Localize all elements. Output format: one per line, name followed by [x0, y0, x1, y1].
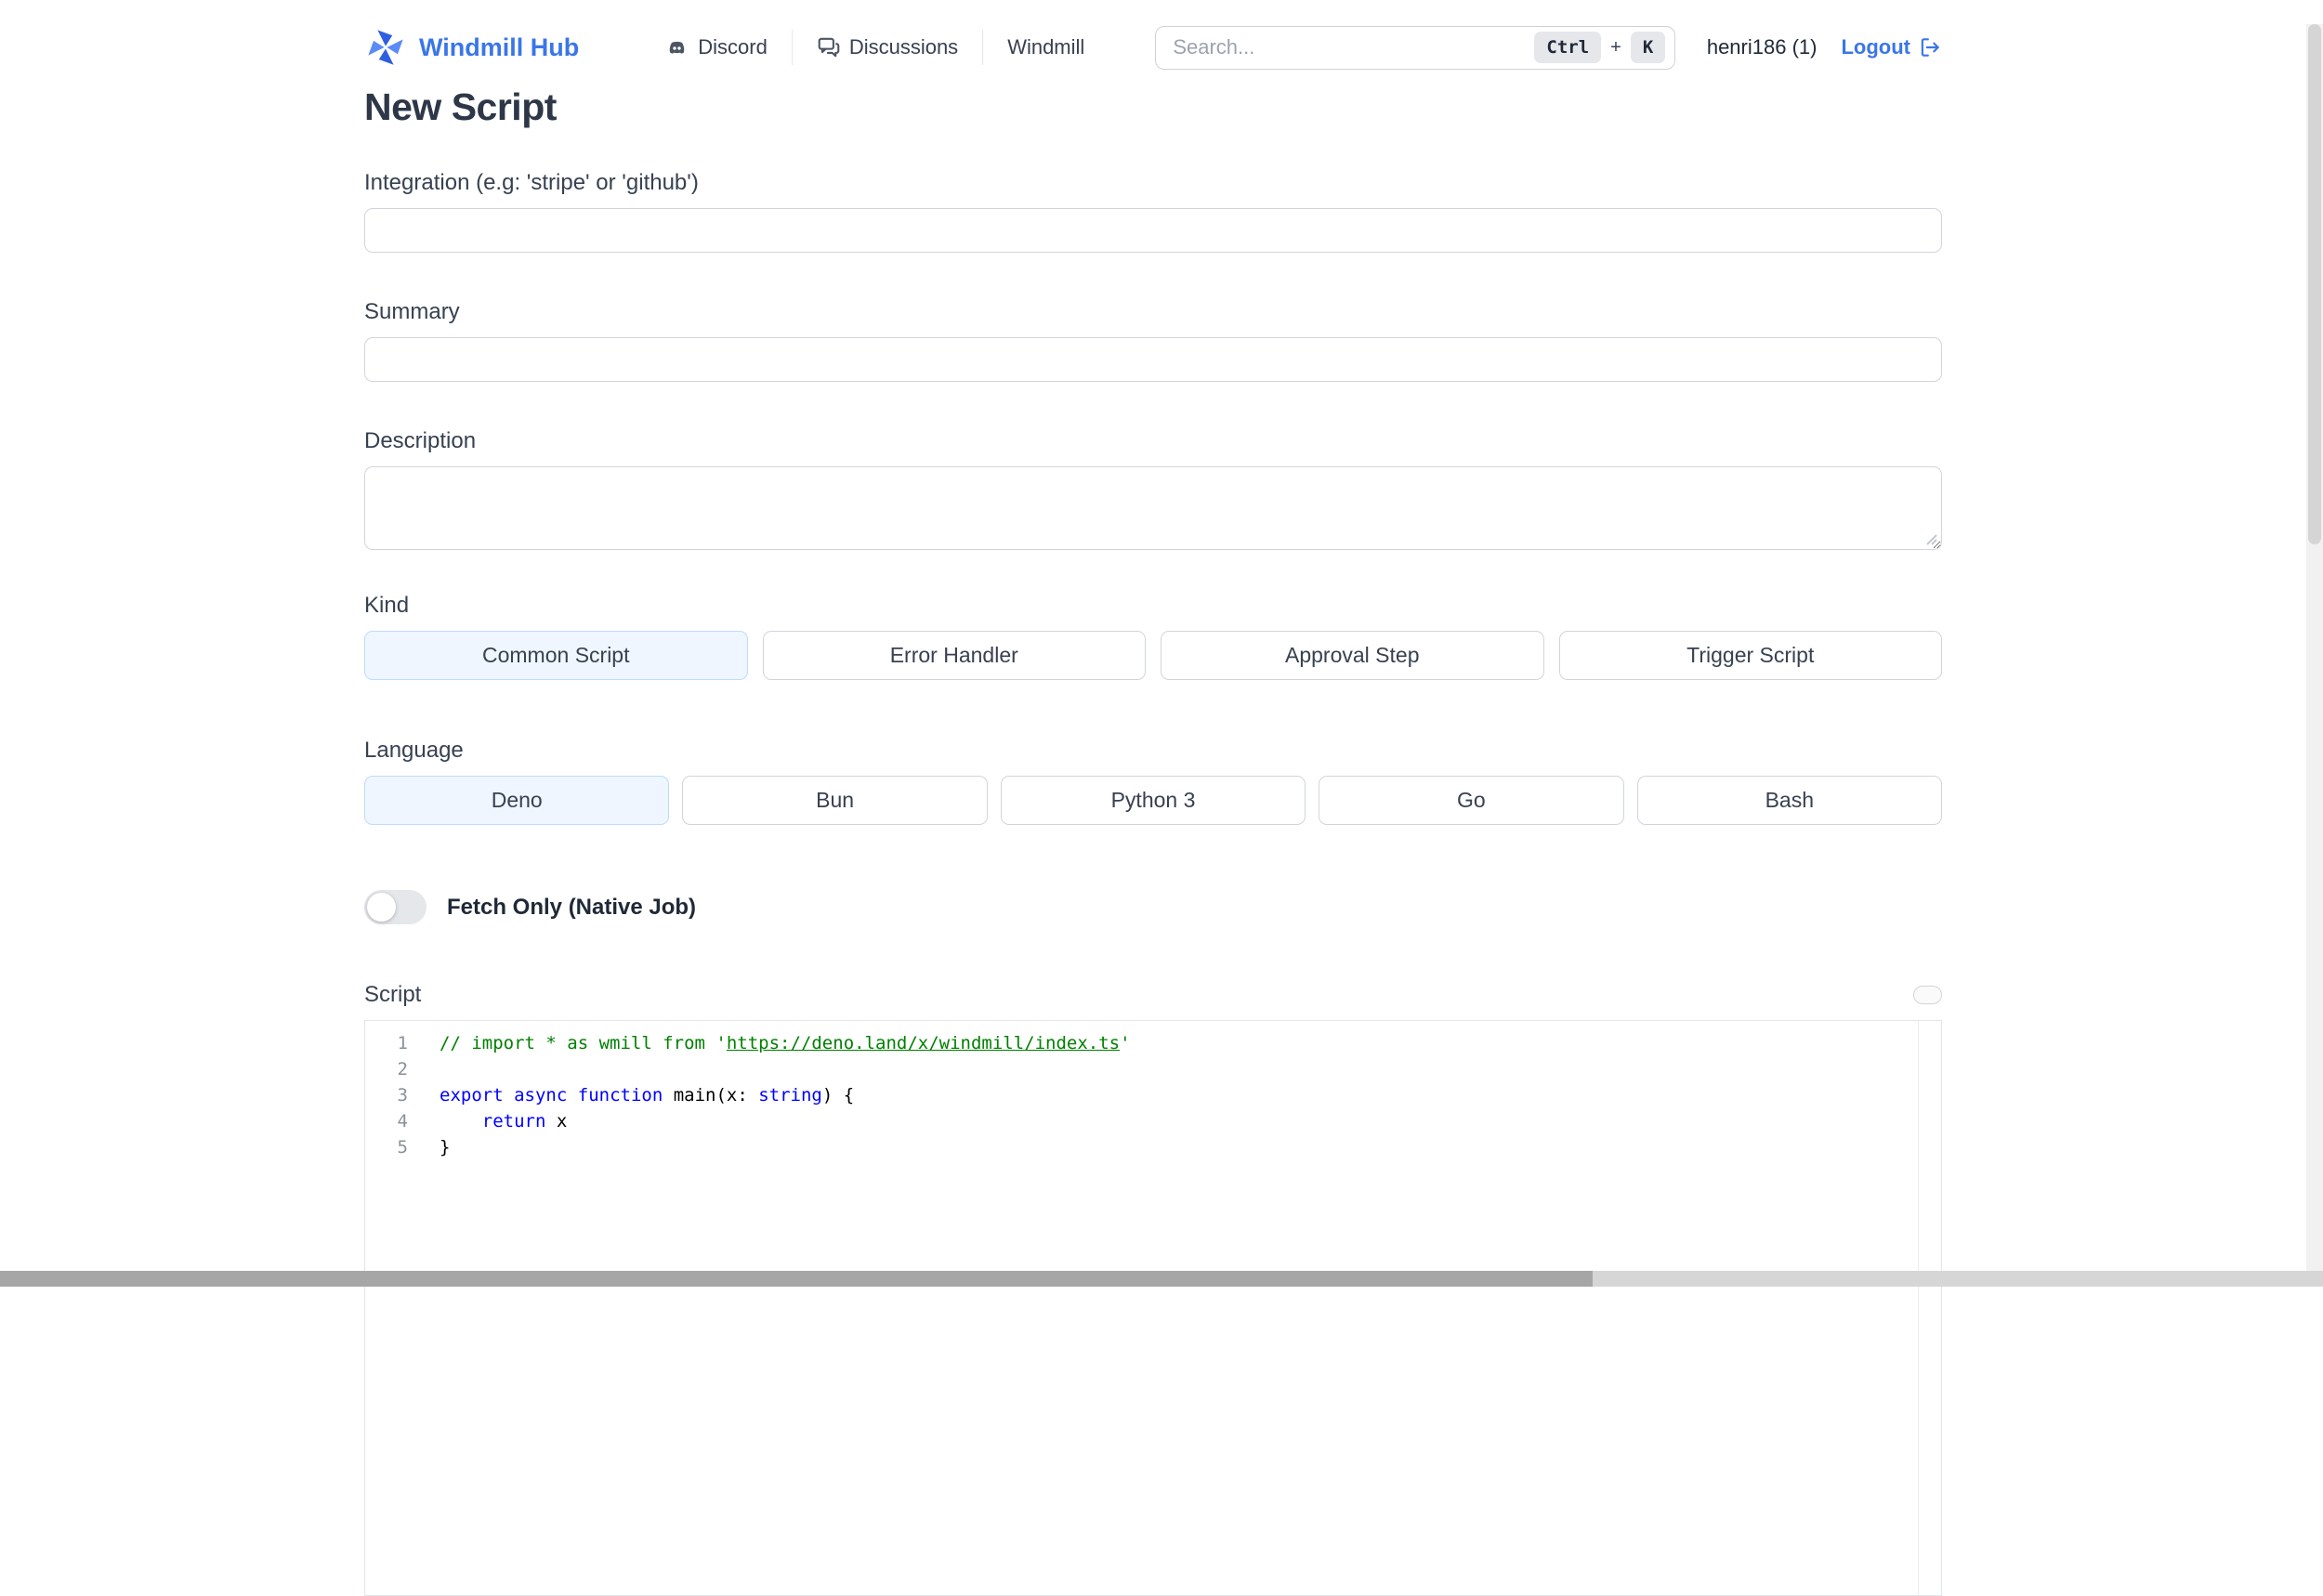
code-editor[interactable]: 1 2 3 4 5 // import * as wmill from 'https:/… — [364, 1020, 1942, 1596]
summary-input[interactable] — [364, 337, 1942, 382]
script-section: Script 1 2 3 4 5 // import * as wmill from '… — [364, 982, 1942, 1596]
language-option-deno[interactable]: Deno — [364, 776, 670, 825]
main-container: Windmill Hub Discord Discussions Windmill … — [364, 24, 1942, 1596]
logout-label: Logout — [1841, 35, 1910, 59]
language-option-python-3[interactable]: Python 3 — [1000, 776, 1306, 825]
nav-item-label: Discussions — [848, 35, 959, 59]
line-number: 1 — [397, 1033, 408, 1053]
code-line: return x — [481, 1111, 568, 1132]
toggle-knob — [367, 893, 396, 922]
nav-item-discussions[interactable]: Discussions — [793, 35, 982, 59]
summary-field: Summary — [364, 299, 1942, 382]
kind-option-error-handler[interactable]: Error Handler — [762, 631, 1146, 680]
kind-label: Kind — [364, 593, 410, 618]
code-line: export async function main(x: string) { — [440, 1085, 855, 1105]
editor-code[interactable]: // import * as wmill from 'https://deno.… — [432, 1021, 1918, 1595]
language-options: Deno Bun Python 3 Go Bash — [364, 776, 1942, 825]
fetch-only-toggle[interactable] — [364, 890, 427, 924]
discord-icon — [664, 35, 689, 60]
vertical-scrollbar-thumb[interactable] — [2308, 24, 2321, 544]
line-number: 5 — [397, 1137, 408, 1158]
kind-field: Kind Common Script Error Handler Approval … — [364, 593, 1942, 680]
kind-option-approval-step[interactable]: Approval Step — [1161, 631, 1544, 680]
editor-scrollbar[interactable] — [1918, 1021, 1941, 1595]
nav-item-discord[interactable]: Discord — [664, 35, 792, 60]
editor-mini-toggle[interactable] — [1913, 986, 1942, 1004]
horizontal-scrollbar[interactable] — [0, 1271, 2323, 1287]
windmill-logo-icon — [364, 26, 407, 69]
code-line: } — [440, 1137, 451, 1158]
fetch-only-label: Fetch Only (Native Job) — [447, 894, 697, 920]
search-bar[interactable]: Ctrl + K — [1155, 25, 1676, 70]
user-area: henri186 (1) Logout — [1707, 35, 1942, 59]
language-option-go[interactable]: Go — [1319, 776, 1624, 825]
shortcut-separator: + — [1610, 36, 1621, 58]
kind-options: Common Script Error Handler Approval Step T… — [364, 631, 1942, 680]
language-label: Language — [364, 738, 464, 763]
line-number: 2 — [397, 1059, 408, 1079]
brand-name: Windmill Hub — [419, 33, 580, 61]
kind-option-common-script[interactable]: Common Script — [364, 631, 748, 680]
nav-item-windmill[interactable]: Windmill — [983, 35, 1109, 59]
header-nav: Discord Discussions Windmill — [664, 30, 1109, 65]
search-input[interactable] — [1173, 35, 1535, 59]
logout-link[interactable]: Logout — [1841, 35, 1942, 59]
header: Windmill Hub Discord Discussions Windmill … — [364, 24, 1942, 71]
code-line: // import * as wmill from 'https://deno.… — [440, 1033, 1131, 1053]
vertical-scrollbar[interactable] — [2306, 24, 2323, 1287]
page-title: New Script — [364, 85, 557, 128]
integration-field: Integration (e.g: 'stripe' or 'github') — [364, 170, 1942, 253]
description-field: Description — [364, 428, 1942, 550]
description-textarea[interactable] — [364, 466, 1942, 550]
username: henri186 (1) — [1706, 35, 1818, 59]
nav-item-label: Discord — [698, 35, 768, 59]
kbd-k: K — [1630, 32, 1666, 63]
kbd-ctrl: Ctrl — [1534, 32, 1602, 63]
discussions-icon — [817, 35, 841, 59]
horizontal-scrollbar-thumb[interactable] — [0, 1271, 1593, 1287]
kind-option-trigger-script[interactable]: Trigger Script — [1558, 631, 1942, 680]
line-number: 4 — [397, 1111, 408, 1132]
language-option-bash[interactable]: Bash — [1636, 776, 1942, 825]
editor-gutter: 1 2 3 4 5 — [365, 1021, 432, 1595]
integration-label: Integration (e.g: 'stripe' or 'github') — [364, 170, 699, 195]
logout-icon — [1918, 35, 1942, 59]
line-number: 3 — [397, 1085, 408, 1105]
fetch-only-row: Fetch Only (Native Job) — [364, 890, 1942, 924]
language-field: Language Deno Bun Python 3 Go Bash — [364, 738, 1942, 825]
summary-label: Summary — [364, 299, 460, 324]
integration-input[interactable] — [364, 208, 1942, 253]
description-label: Description — [364, 428, 477, 453]
search-shortcut: Ctrl + K — [1534, 32, 1666, 63]
brand[interactable]: Windmill Hub — [364, 26, 579, 69]
nav-item-label: Windmill — [1007, 35, 1085, 59]
script-label: Script — [364, 982, 422, 1007]
language-option-bun[interactable]: Bun — [682, 776, 988, 825]
